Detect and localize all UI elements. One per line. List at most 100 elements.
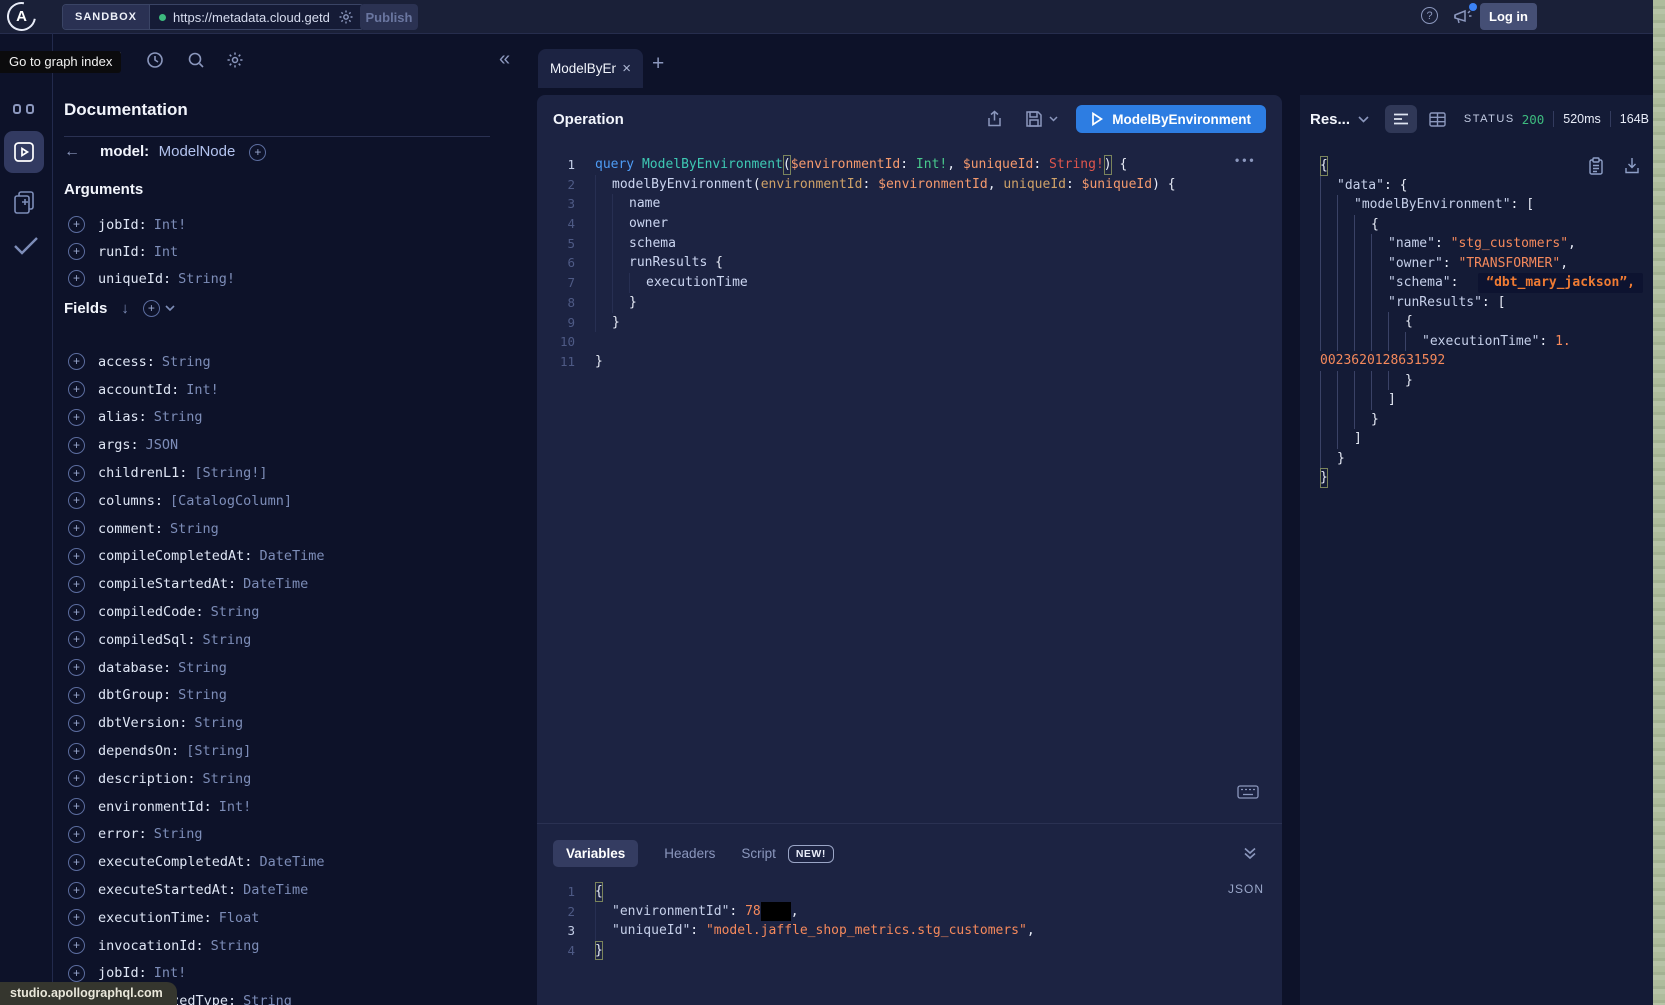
operation-tab[interactable]: ModelByEnvi... × xyxy=(538,49,643,88)
response-body[interactable]: {"data": {"modelByEnvironment": [{"name"… xyxy=(1320,143,1653,1005)
response-title-chevron-icon[interactable] xyxy=(1358,116,1369,123)
add-field-button[interactable]: + xyxy=(68,576,85,593)
endpoint-url-box[interactable]: https://metadata.cloud.getd xyxy=(150,5,363,29)
field-type-link[interactable]: String xyxy=(154,826,203,842)
field-type-link[interactable]: Int! xyxy=(154,217,187,233)
add-field-button[interactable]: + xyxy=(68,604,85,621)
add-field-button[interactable]: + xyxy=(68,687,85,704)
field-type-link[interactable]: Int! xyxy=(186,382,219,398)
field-type-link[interactable]: String! xyxy=(178,271,235,287)
field-type-link[interactable]: [CatalogColumn] xyxy=(170,493,292,509)
field-type-link[interactable]: DateTime xyxy=(259,548,324,564)
endpoint-url[interactable]: https://metadata.cloud.getd xyxy=(173,10,331,25)
field-type-link[interactable]: String xyxy=(162,354,211,370)
add-field-button[interactable]: + xyxy=(68,909,85,926)
add-field-button[interactable]: + xyxy=(68,353,85,370)
table-view-toggle[interactable] xyxy=(1429,112,1446,127)
collapse-panel-icon[interactable] xyxy=(1243,847,1257,860)
add-field-button[interactable]: + xyxy=(68,743,85,760)
keyboard-shortcuts-icon[interactable] xyxy=(1237,785,1259,799)
login-button[interactable]: Log in xyxy=(1480,3,1537,30)
sort-fields-icon[interactable]: ↓ xyxy=(121,300,129,317)
publish-button[interactable]: Publish xyxy=(360,4,418,30)
add-field-button[interactable]: + xyxy=(68,965,85,982)
endpoint-settings-gear-icon[interactable] xyxy=(338,9,354,25)
add-field-button[interactable]: + xyxy=(68,659,85,676)
field-type-link[interactable]: String xyxy=(211,938,260,954)
field-type-link[interactable]: String xyxy=(178,687,227,703)
code-line: { xyxy=(1320,312,1653,332)
tab-script[interactable]: Script xyxy=(741,846,776,861)
run-operation-button[interactable]: ModelByEnvironment xyxy=(1076,105,1266,133)
help-icon[interactable]: ? xyxy=(1421,7,1438,24)
field-type-link[interactable]: String xyxy=(203,771,252,787)
save-operation-icon[interactable] xyxy=(1025,110,1058,128)
line-number: 11 xyxy=(537,352,575,372)
apollo-logo[interactable]: A xyxy=(7,2,36,31)
operation-title: Operation xyxy=(553,111,964,128)
field-type-link[interactable]: Float xyxy=(219,910,260,926)
add-field-button[interactable]: + xyxy=(68,631,85,648)
add-field-button[interactable]: + xyxy=(68,216,85,233)
field-type-link[interactable]: String xyxy=(194,715,243,731)
field-type-link[interactable]: [String] xyxy=(186,743,251,759)
add-field-button[interactable]: + xyxy=(68,270,85,287)
add-field-button[interactable]: + xyxy=(68,381,85,398)
close-tab-icon[interactable]: × xyxy=(622,60,631,77)
add-field-button[interactable]: + xyxy=(68,437,85,454)
add-field-button[interactable]: + xyxy=(68,937,85,954)
schema-docs-icon[interactable] xyxy=(12,189,38,215)
add-field-button[interactable]: + xyxy=(68,409,85,426)
add-field-button[interactable]: + xyxy=(68,854,85,871)
new-tab-icon[interactable]: + xyxy=(652,52,664,76)
explorer-nav-active[interactable] xyxy=(4,131,44,173)
back-arrow-icon[interactable]: ← xyxy=(64,143,80,161)
graph-index-icon[interactable] xyxy=(13,104,34,114)
editor-overflow-menu-icon[interactable]: ••• xyxy=(1235,153,1257,167)
field-type-link[interactable]: String xyxy=(154,409,203,425)
add-field-button[interactable]: + xyxy=(68,826,85,843)
field-type-link[interactable]: JSON xyxy=(146,437,179,453)
code-line: "runResults": [ xyxy=(1320,293,1653,313)
save-menu-chevron-icon[interactable] xyxy=(1049,116,1058,122)
field-type-link[interactable]: String xyxy=(243,993,292,1005)
code-token: query xyxy=(595,155,642,175)
tab-headers[interactable]: Headers xyxy=(664,846,715,861)
operation-editor[interactable]: 1query ModelByEnvironment($environmentId… xyxy=(537,143,1282,823)
checklist-icon[interactable] xyxy=(11,234,41,258)
browser-status-link: studio.apollographql.com xyxy=(0,982,177,1005)
add-field-button[interactable]: + xyxy=(68,520,85,537)
code-line: } xyxy=(1320,410,1653,430)
add-field-button[interactable]: + xyxy=(68,492,85,509)
field-type-link[interactable]: [String!] xyxy=(194,465,267,481)
field-type-link[interactable]: DateTime xyxy=(259,854,324,870)
divider xyxy=(1610,111,1611,127)
add-field-button[interactable]: + xyxy=(68,243,85,260)
field-type-link[interactable]: DateTime xyxy=(243,882,308,898)
tab-variables[interactable]: Variables xyxy=(553,840,638,867)
add-field-button[interactable]: + xyxy=(68,770,85,787)
add-field-button[interactable]: + xyxy=(68,465,85,482)
add-field-button[interactable]: + xyxy=(68,798,85,815)
add-type-button[interactable]: + xyxy=(249,144,266,161)
field-type-link[interactable]: String xyxy=(203,632,252,648)
field-type-link[interactable]: Int! xyxy=(154,965,187,981)
doc-field-row: +args:JSON xyxy=(64,431,537,459)
type-name-link[interactable]: ModelNode xyxy=(159,143,236,160)
doc-field-row: +dbtGroup:String xyxy=(64,682,537,710)
field-type-link[interactable]: String xyxy=(178,660,227,676)
add-field-button[interactable]: + xyxy=(68,548,85,565)
indent-guide xyxy=(1337,312,1354,332)
add-all-fields-button[interactable]: + xyxy=(143,300,175,317)
add-field-button[interactable]: + xyxy=(68,882,85,899)
field-type-link[interactable]: String xyxy=(170,521,219,537)
add-field-button[interactable]: + xyxy=(68,715,85,732)
field-type-link[interactable]: Int! xyxy=(219,799,252,815)
variables-editor[interactable]: 1{2"environmentId": 78 ,3"uniqueId": "mo… xyxy=(537,877,1282,1005)
share-operation-icon[interactable] xyxy=(986,110,1003,128)
field-type-link[interactable]: Int xyxy=(154,244,178,260)
list-view-toggle[interactable] xyxy=(1385,105,1417,133)
field-type-link[interactable]: String xyxy=(211,604,260,620)
response-title[interactable]: Res... xyxy=(1310,111,1350,128)
field-type-link[interactable]: DateTime xyxy=(243,576,308,592)
